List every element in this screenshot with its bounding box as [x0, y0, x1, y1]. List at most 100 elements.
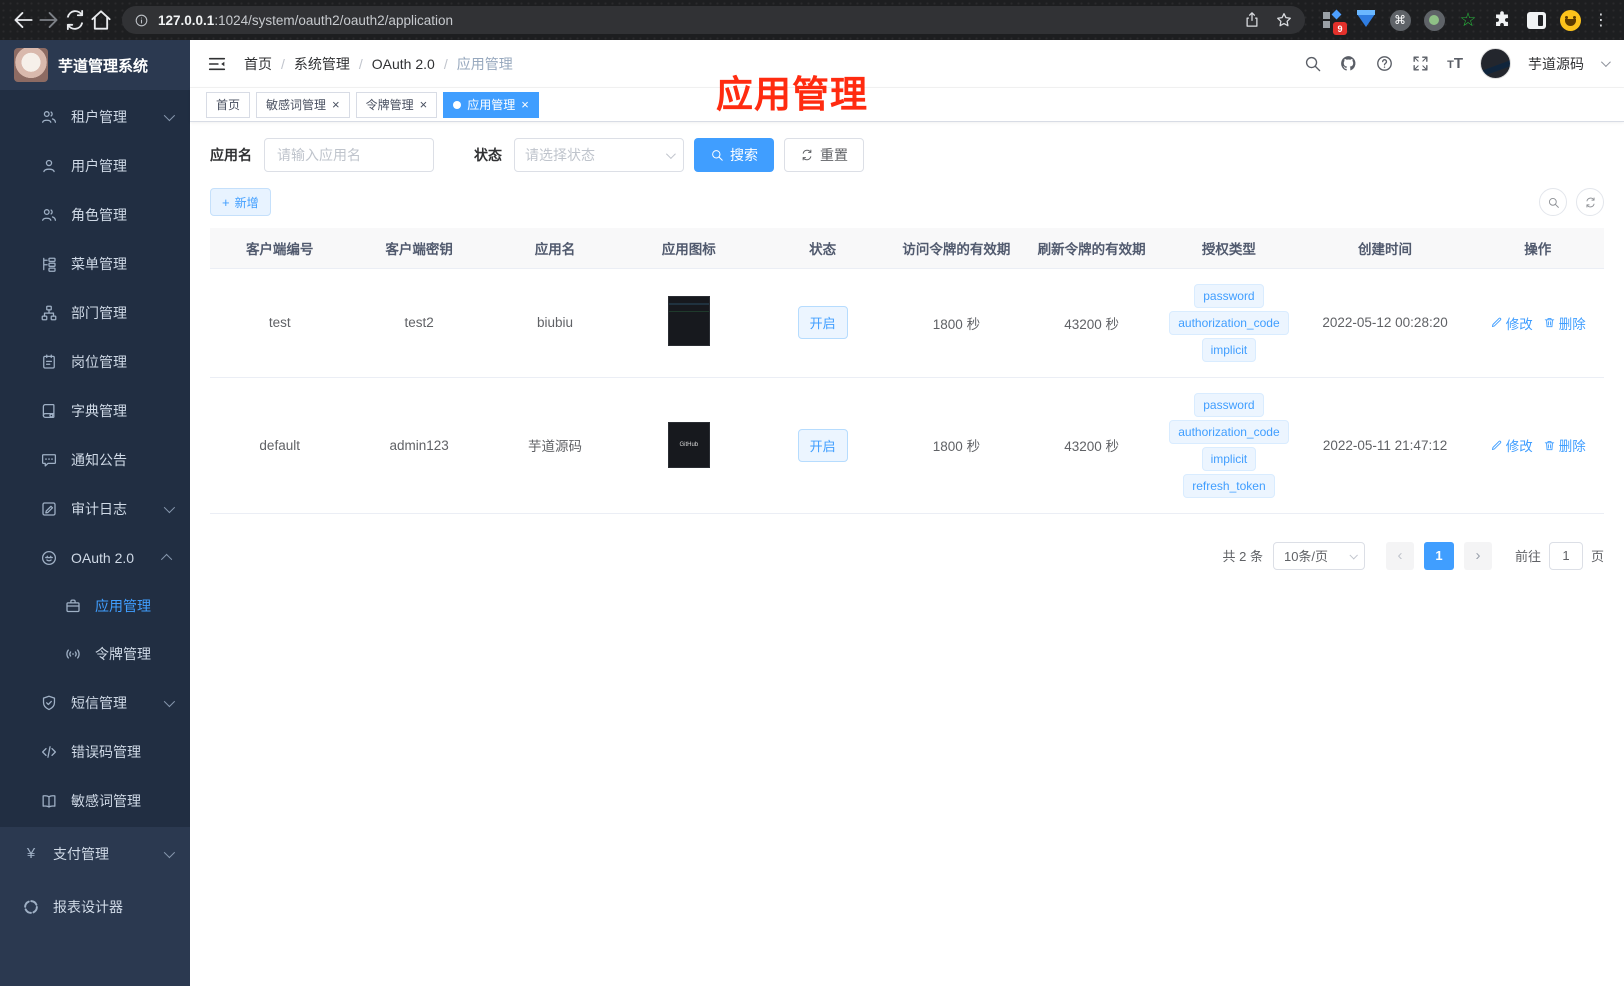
sidebar-item-pay[interactable]: ¥ 支付管理 [0, 827, 190, 880]
prev-page-button[interactable]: ‹ [1385, 541, 1414, 570]
logo[interactable]: 芋道管理系统 [0, 40, 190, 90]
refresh-table-button[interactable] [1576, 188, 1604, 216]
col-client-id: 客户端编号 [210, 228, 350, 269]
cell-icon: GitHub [621, 377, 757, 514]
bookmark-star-icon[interactable] [1275, 11, 1293, 29]
delete-link[interactable]: 删除 [1543, 313, 1586, 333]
site-info-icon[interactable] [134, 13, 149, 28]
tab-application[interactable]: 应用管理 × [443, 91, 539, 118]
close-icon[interactable]: × [332, 98, 340, 111]
next-page-button[interactable]: › [1463, 541, 1492, 570]
sidebar-item-role[interactable]: 角色管理 [0, 190, 190, 239]
sidebar-toggle-icon[interactable] [206, 53, 228, 75]
breadcrumb-system[interactable]: 系统管理 [294, 54, 350, 74]
share-icon[interactable] [1243, 11, 1261, 29]
goto-page-input[interactable] [1548, 541, 1583, 570]
col-refresh-ttl: 刷新令牌的有效期 [1024, 228, 1160, 269]
extension-grid-icon[interactable]: 9 [1321, 9, 1347, 35]
sidebar-item-audit[interactable]: 审计日志 [0, 484, 190, 533]
sidebar-item-user[interactable]: 用户管理 [0, 141, 190, 190]
address-bar[interactable]: 127.0.0.1:1024/system/oauth2/oauth2/appl… [122, 6, 1305, 34]
trash-icon [1543, 439, 1556, 452]
col-icon: 应用图标 [621, 228, 757, 269]
tab-token[interactable]: 令牌管理 × [355, 91, 438, 118]
sidebar-item-menu[interactable]: 菜单管理 [0, 239, 190, 288]
github-icon[interactable] [1339, 54, 1358, 73]
app-name-input[interactable] [264, 138, 434, 172]
browser-forward-button[interactable] [36, 7, 62, 33]
sidebar-item-oauth-token[interactable]: 令牌管理 [0, 630, 190, 678]
chevron-down-icon [163, 846, 176, 858]
sidebar-item-errorcode[interactable]: 错误码管理 [0, 727, 190, 776]
tab-label: 令牌管理 [365, 98, 414, 112]
col-secret: 客户端密钥 [349, 228, 489, 269]
browser-reload-button[interactable] [62, 7, 88, 33]
close-icon[interactable]: × [420, 98, 428, 111]
browser-back-button[interactable] [10, 7, 36, 33]
current-page-button[interactable]: 1 [1423, 541, 1454, 570]
status-select[interactable]: 请选择状态 [514, 138, 684, 172]
chevron-down-icon [163, 501, 176, 513]
signal-icon [64, 645, 82, 663]
sidebar-item-sms[interactable]: 短信管理 [0, 678, 190, 727]
edit-link[interactable]: 修改 [1490, 313, 1533, 333]
reset-button[interactable]: 重置 [784, 138, 864, 172]
page-size-select[interactable]: 10条/页 [1272, 541, 1365, 570]
grant-tag: password [1194, 392, 1264, 417]
extensions-puzzle-button[interactable] [1491, 9, 1513, 31]
help-icon[interactable] [1375, 54, 1394, 73]
tab-home[interactable]: 首页 [206, 91, 251, 118]
fullscreen-icon[interactable] [1411, 54, 1430, 73]
profile-avatar-button[interactable] [1559, 9, 1581, 31]
browser-menu-button[interactable]: ⋮ [1589, 10, 1614, 30]
sidebar-item-sensitive-word[interactable]: 敏感词管理 [0, 776, 190, 825]
breadcrumb-home[interactable]: 首页 [244, 54, 272, 74]
users-icon [40, 206, 58, 224]
search-button[interactable]: 搜索 [694, 138, 774, 172]
cell-status: 开启 [756, 377, 889, 514]
username[interactable]: 芋道源码 [1528, 54, 1584, 74]
sidebar-item-report[interactable]: 报表设计器 [0, 880, 190, 933]
extension-star-icon[interactable]: ☆ [1457, 9, 1479, 31]
browser-home-button[interactable] [88, 7, 114, 33]
active-dot [453, 100, 462, 109]
tab-sensitive-word[interactable]: 敏感词管理 × [256, 91, 350, 118]
sidebar-item-dept[interactable]: 部门管理 [0, 288, 190, 337]
pagination: 共 2 条 10条/页 ‹ 1 › 前往 页 [210, 541, 1604, 570]
status-badge: 开启 [797, 428, 848, 462]
avatar[interactable] [1480, 48, 1511, 79]
col-name: 应用名 [488, 228, 622, 269]
url-host: 127.0.0.1 [158, 12, 215, 28]
extension-command-icon[interactable]: ⌘ [1389, 9, 1411, 31]
search-icon [1547, 196, 1560, 209]
sidebar-item-label: 租户管理 [71, 108, 127, 125]
breadcrumb-oauth[interactable]: OAuth 2.0 [372, 56, 435, 72]
sidebar-item-label: 字典管理 [71, 402, 127, 419]
browser-toolbar: 127.0.0.1:1024/system/oauth2/oauth2/appl… [0, 0, 1624, 40]
edit-link[interactable]: 修改 [1490, 435, 1533, 455]
sidebar-item-notice[interactable]: 通知公告 [0, 435, 190, 484]
caret-down-icon[interactable] [1600, 57, 1611, 68]
trash-icon [1543, 316, 1556, 329]
sidebar-item-oauth[interactable]: OAuth 2.0 [0, 533, 190, 582]
toggle-search-button[interactable] [1539, 188, 1567, 216]
app-name-label: 应用名 [210, 147, 252, 163]
delete-link[interactable]: 删除 [1543, 435, 1586, 455]
add-button[interactable]: + 新增 [210, 188, 271, 216]
sidebar-item-oauth-application[interactable]: 应用管理 [0, 582, 190, 630]
font-size-icon[interactable]: TT [1447, 55, 1463, 72]
extension-gem-icon[interactable] [1355, 9, 1377, 31]
search-icon[interactable] [1303, 54, 1322, 73]
applications-table: 客户端编号 客户端密钥 应用名 应用图标 状态 访问令牌的有效期 刷新令牌的有效… [210, 228, 1604, 514]
robot-icon [40, 549, 58, 567]
sidebar-item-post[interactable]: 岗位管理 [0, 337, 190, 386]
extension-panel-icon[interactable] [1525, 9, 1547, 31]
report-icon [22, 898, 40, 916]
close-icon[interactable]: × [521, 98, 529, 111]
extension-record-icon[interactable] [1423, 9, 1445, 31]
breadcrumb-separator: / [281, 55, 285, 72]
sidebar-item-tenant[interactable]: 租户管理 [0, 92, 190, 141]
sidebar-item-dict[interactable]: 字典管理 [0, 386, 190, 435]
cell-secret: admin123 [349, 377, 489, 514]
sidebar-item-label: OAuth 2.0 [71, 549, 135, 566]
